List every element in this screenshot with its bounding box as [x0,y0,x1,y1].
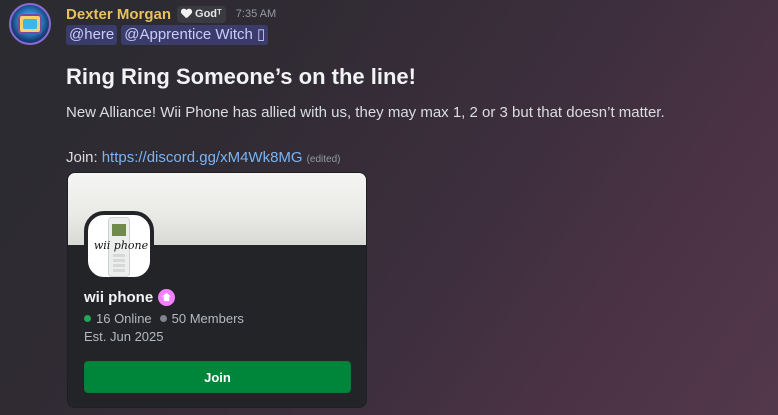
message-header: Dexter Morgan Godᵀ 7:35 AM [66,4,276,24]
server-tag-label: Godᵀ [195,8,222,20]
invite-link[interactable]: https://discord.gg/xM4Wk8MG [102,149,303,166]
server-invite-card: wii phone wii phone 16 Online 50 Members… [67,172,367,408]
online-dot-icon [84,315,91,322]
avatar-art-detail [23,19,37,29]
join-line: Join: https://discord.gg/xM4Wk8MG (edite… [66,149,341,166]
server-stats: 16 Online 50 Members [84,311,244,326]
established-date: Est. Jun 2025 [84,329,164,344]
server-icon[interactable]: wii phone [84,211,154,281]
edited-indicator: (edited) [306,154,341,165]
heart-icon [181,9,192,19]
server-icon-text: wii phone [93,239,149,252]
message-body: New Alliance! Wii Phone has allied with … [66,104,665,121]
online-count: 16 Online [96,311,152,326]
mention-role-apprentice-witch[interactable]: @Apprentice Witch ▯ [121,25,269,45]
mention-here[interactable]: @here [66,25,118,45]
members-dot-icon [159,315,167,322]
chat-message: Dexter Morgan Godᵀ 7:35 AM @here @Appren… [0,0,778,415]
member-count: 50 Members [171,311,244,326]
phone-screen [112,224,126,236]
user-avatar[interactable] [9,3,51,45]
server-name: wii phone [84,289,176,306]
phone-keypad [113,254,125,274]
author-name[interactable]: Dexter Morgan [66,6,171,23]
server-name-text: wii phone [84,289,154,306]
mentions-row: @here @Apprentice Witch ▯ [66,25,269,45]
message-heading: Ring Ring Someone’s on the line! [66,64,416,89]
message-timestamp: 7:35 AM [235,8,277,20]
join-label: Join: [66,149,98,166]
join-server-button[interactable]: Join [84,361,351,393]
boost-icon [158,289,176,306]
server-tag[interactable]: Godᵀ [177,5,226,23]
